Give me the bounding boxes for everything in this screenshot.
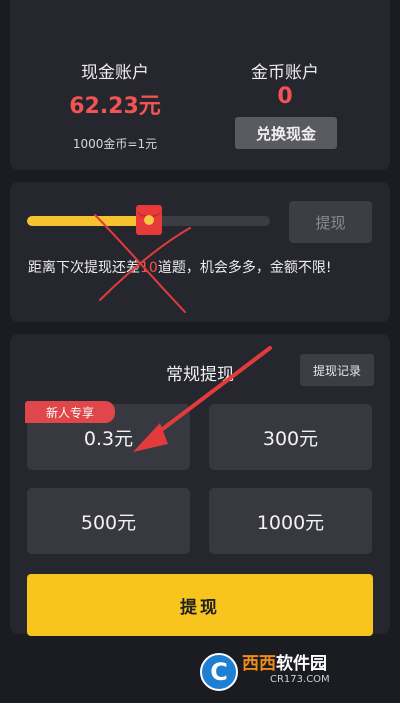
new-user-badge: 新人专享 bbox=[25, 401, 115, 423]
regular-withdraw-card: 常规提现 提现记录 新人专享 0.3元 300元 500元 1000元 提现 bbox=[10, 334, 390, 636]
coin-account-label: 金币账户 bbox=[251, 63, 319, 83]
red-envelope-icon bbox=[135, 205, 162, 235]
watermark-name-2: 软件园 bbox=[276, 654, 327, 674]
withdraw-submit-button[interactable]: 提现 bbox=[27, 574, 373, 636]
watermark-site: CR173.COM bbox=[270, 674, 330, 685]
accounts-card: 现金账户 62.23元 1000金币=1元 金币账户 0 兑换现金 bbox=[10, 0, 390, 170]
withdraw-record-button[interactable]: 提现记录 bbox=[300, 354, 374, 386]
watermark-logo-icon: C bbox=[200, 653, 238, 691]
amount-option-1[interactable]: 300元 bbox=[209, 404, 372, 470]
coin-account-value: 0 bbox=[277, 84, 293, 109]
progress-text-prefix: 距离下次提现还差 bbox=[28, 260, 140, 276]
progress-text-suffix: 道题，机会多多，金额不限! bbox=[157, 260, 332, 276]
progress-message: 距离下次提现还差10道题，机会多多，金额不限! bbox=[28, 256, 373, 280]
amount-option-2[interactable]: 500元 bbox=[27, 488, 190, 554]
progress-track bbox=[27, 205, 270, 235]
exchange-rate-text: 1000金币=1元 bbox=[72, 137, 158, 151]
cash-account-label: 现金账户 bbox=[81, 63, 149, 83]
watermark-name-1: 西西 bbox=[242, 654, 276, 674]
remaining-count: 10 bbox=[140, 260, 158, 276]
cash-account-value: 62.23元 bbox=[69, 94, 161, 119]
exchange-cash-button[interactable]: 兑换现金 bbox=[235, 117, 337, 149]
withdraw-progress-card: 提现 距离下次提现还差10道题，机会多多，金额不限! bbox=[10, 182, 390, 322]
amount-option-3[interactable]: 1000元 bbox=[209, 488, 372, 554]
watermark-text: 西西软件园 CR173.COM bbox=[242, 656, 330, 688]
site-watermark: C 西西软件园 CR173.COM bbox=[200, 652, 390, 692]
withdraw-disabled-button[interactable]: 提现 bbox=[289, 201, 372, 243]
progress-fill bbox=[27, 216, 149, 226]
